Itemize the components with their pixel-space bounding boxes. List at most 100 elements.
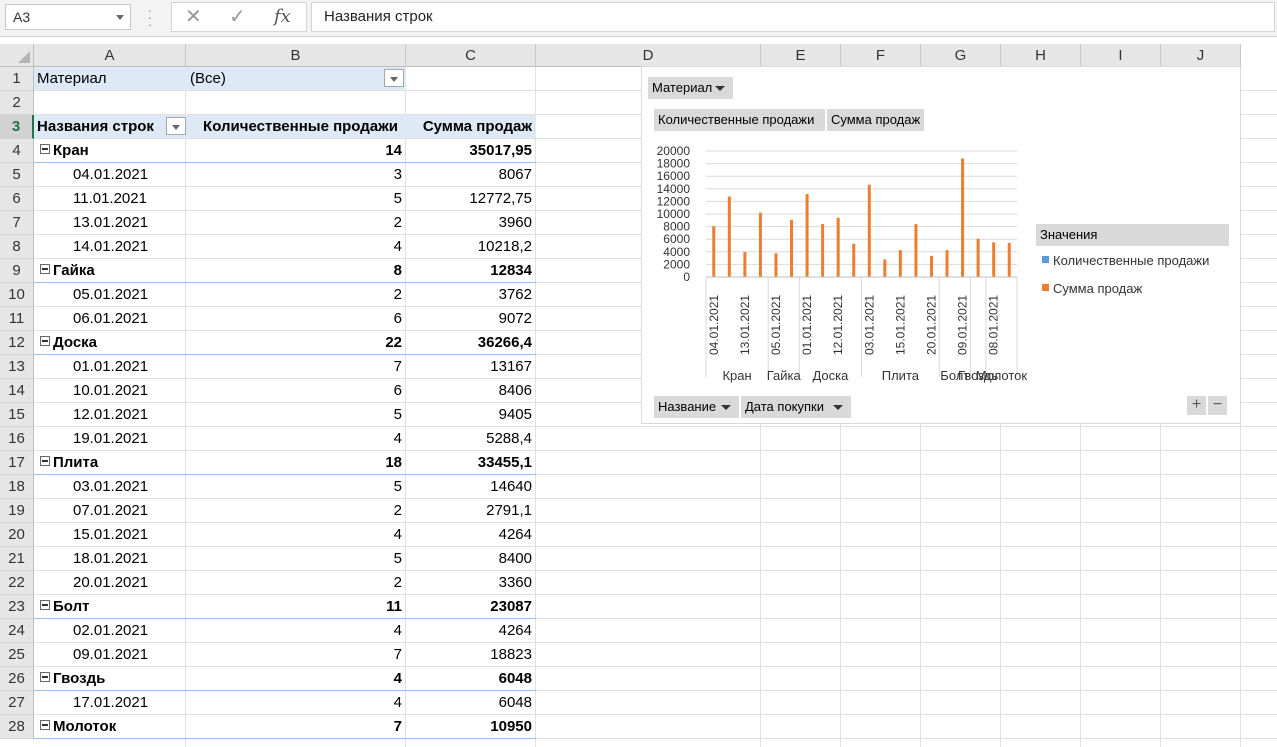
pivot-sum-value[interactable]: 9405 (406, 403, 536, 427)
pivot-qty-value[interactable]: 2 (186, 499, 406, 523)
row-header-28[interactable]: 28 (0, 715, 34, 739)
row-header-26[interactable]: 26 (0, 667, 34, 691)
pivot-qty-value[interactable]: 6 (186, 307, 406, 331)
worksheet[interactable]: ABCDEFGHIJ 1 2 3 4 5 6 7 8 9 10 11 12 13 14 15 16 17 18 19… (0, 44, 1277, 747)
column-header-e[interactable]: E (761, 44, 841, 67)
pivot-group-sum[interactable]: 23087 (406, 595, 536, 619)
pivot-qty-value[interactable]: 2 (186, 283, 406, 307)
pivot-sum-value[interactable]: 14640 (406, 475, 536, 499)
pivot-group-label[interactable]: Плита (34, 451, 186, 475)
row-labels-filter-icon[interactable] (166, 117, 186, 135)
pivot-date-label[interactable]: 07.01.2021 (73, 499, 185, 523)
pivot-qty-value[interactable]: 5 (186, 403, 406, 427)
formula-input[interactable]: Названия строк (311, 2, 1275, 32)
pivot-sum-value[interactable]: 3762 (406, 283, 536, 307)
pivot-date-label[interactable]: 20.01.2021 (73, 571, 185, 595)
column-header-i[interactable]: I (1081, 44, 1161, 67)
enter-icon[interactable]: ✓ (229, 3, 246, 31)
pivot-date-label[interactable]: 10.01.2021 (73, 379, 185, 403)
pivot-date-label[interactable]: 14.01.2021 (73, 235, 185, 259)
collapse-icon[interactable] (40, 720, 50, 731)
column-header-j[interactable]: J (1161, 44, 1241, 67)
pivot-qty-value[interactable]: 3 (186, 163, 406, 187)
legend-title[interactable]: Значения (1036, 224, 1229, 246)
pivot-date-label[interactable]: 12.01.2021 (73, 403, 185, 427)
pivot-qty-value[interactable]: 2 (186, 211, 406, 235)
row-header-20[interactable]: 20 (0, 523, 34, 547)
pivot-group-sum[interactable]: 12834 (406, 259, 536, 283)
pivot-date-label[interactable]: 05.01.2021 (73, 283, 185, 307)
row-header-12[interactable]: 12 (0, 331, 34, 355)
select-all-button[interactable] (0, 44, 34, 67)
column-header-h[interactable]: H (1001, 44, 1081, 67)
pivot-sum-value[interactable]: 4264 (406, 619, 536, 643)
pivot-sum-value[interactable]: 13167 (406, 355, 536, 379)
column-header-f[interactable]: F (841, 44, 921, 67)
expand-field-button[interactable]: + (1187, 396, 1206, 415)
pivot-group-label[interactable]: Молоток (34, 715, 186, 739)
pivot-date-label[interactable]: 04.01.2021 (73, 163, 185, 187)
pivot-group-sum[interactable]: 35017,95 (406, 139, 536, 163)
pivot-qty-value[interactable]: 5 (186, 187, 406, 211)
pivot-date-label[interactable]: 19.01.2021 (73, 427, 185, 451)
pivot-qty-value[interactable]: 4 (186, 427, 406, 451)
pivot-date-label[interactable]: 02.01.2021 (73, 619, 185, 643)
pivot-sum-value[interactable]: 8406 (406, 379, 536, 403)
row-header-13[interactable]: 13 (0, 355, 34, 379)
pivot-qty-value[interactable]: 5 (186, 475, 406, 499)
row-header-11[interactable]: 11 (0, 307, 34, 331)
pivot-group-label[interactable]: Гайка (34, 259, 186, 283)
pivot-sum-value[interactable]: 6048 (406, 691, 536, 715)
row-header-10[interactable]: 10 (0, 283, 34, 307)
row-header-1[interactable]: 1 (0, 67, 34, 91)
name-box[interactable]: A3 (5, 4, 131, 30)
collapse-icon[interactable] (40, 336, 50, 347)
pivot-date-label[interactable]: 03.01.2021 (73, 475, 185, 499)
collapse-icon[interactable] (40, 144, 50, 155)
collapse-icon[interactable] (40, 600, 50, 611)
legend-item-qty[interactable]: Количественные продажи (1042, 253, 1209, 268)
filter-dropdown-icon[interactable] (384, 69, 404, 87)
pivot-qty-value[interactable]: 4 (186, 619, 406, 643)
pivot-chart[interactable]: Материал Количественные продажи Сумма пр… (641, 66, 1241, 424)
pivot-group-label[interactable]: Гвоздь (34, 667, 186, 691)
pivot-sum-value[interactable]: 3360 (406, 571, 536, 595)
axis-button-date[interactable]: Дата покупки (741, 396, 851, 418)
pivot-sum-value[interactable]: 10218,2 (406, 235, 536, 259)
row-header-16[interactable]: 16 (0, 427, 34, 451)
row-header-15[interactable]: 15 (0, 403, 34, 427)
column-header-d[interactable]: D (536, 44, 761, 67)
pivot-group-qty[interactable]: 22 (186, 331, 406, 355)
collapse-icon[interactable] (40, 264, 50, 275)
axis-button-name[interactable]: Название (654, 396, 739, 418)
row-header-23[interactable]: 23 (0, 595, 34, 619)
pivot-sum-value[interactable]: 4264 (406, 523, 536, 547)
pivot-sum-value[interactable]: 3960 (406, 211, 536, 235)
pivot-group-sum[interactable]: 10950 (406, 715, 536, 739)
row-header-4[interactable]: 4 (0, 139, 34, 163)
pivot-sum-value[interactable]: 12772,75 (406, 187, 536, 211)
row-header-14[interactable]: 14 (0, 379, 34, 403)
pivot-date-label[interactable]: 18.01.2021 (73, 547, 185, 571)
pivot-header-rows[interactable]: Названия строк (37, 115, 167, 139)
pivot-sum-value[interactable]: 8400 (406, 547, 536, 571)
pivot-header-sum[interactable]: Сумма продаж (406, 115, 536, 139)
pivot-group-qty[interactable]: 11 (186, 595, 406, 619)
pivot-sum-value[interactable]: 18823 (406, 643, 536, 667)
row-header-9[interactable]: 9 (0, 259, 34, 283)
row-header-17[interactable]: 17 (0, 451, 34, 475)
pivot-sum-value[interactable]: 8067 (406, 163, 536, 187)
column-header-c[interactable]: C (406, 44, 536, 67)
pivot-group-sum[interactable]: 36266,4 (406, 331, 536, 355)
legend-item-sum[interactable]: Сумма продаж (1042, 281, 1142, 296)
pivot-date-label[interactable]: 06.01.2021 (73, 307, 185, 331)
pivot-group-sum[interactable]: 6048 (406, 667, 536, 691)
pivot-qty-value[interactable]: 6 (186, 379, 406, 403)
pivot-group-label[interactable]: Доска (34, 331, 186, 355)
pivot-sum-value[interactable]: 2791,1 (406, 499, 536, 523)
pivot-date-label[interactable]: 09.01.2021 (73, 643, 185, 667)
pivot-date-label[interactable]: 11.01.2021 (73, 187, 185, 211)
pivot-date-label[interactable]: 01.01.2021 (73, 355, 185, 379)
row-header-25[interactable]: 25 (0, 643, 34, 667)
pivot-qty-value[interactable]: 4 (186, 691, 406, 715)
